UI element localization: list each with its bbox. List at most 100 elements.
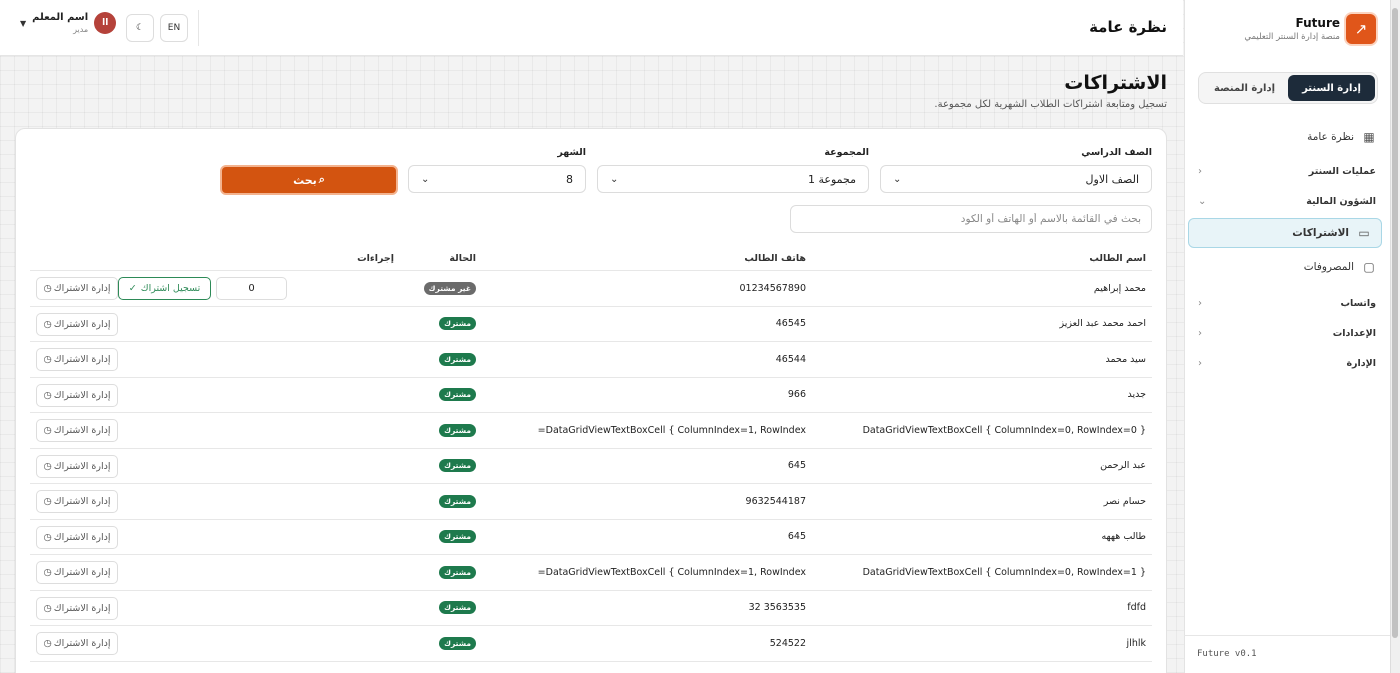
student-phone: 966 <box>787 389 806 401</box>
sidebar-item-label: المصروفات <box>1303 261 1354 273</box>
table-row: طالب هههه 645 مشترك إدارة الاشتراك ◷ <box>30 520 1152 555</box>
status-badge: مشترك <box>439 423 476 437</box>
manage-subscription-button[interactable]: إدارة الاشتراك ◷ <box>36 561 118 584</box>
manage-subscription-button[interactable]: إدارة الاشتراك ◷ <box>36 419 118 442</box>
search-icon: ⌕ <box>318 173 325 186</box>
student-name: fdfd <box>1127 602 1146 614</box>
brand-subtitle: منصة إدارة السنتر التعليمي <box>1244 32 1340 42</box>
manage-subscription-button[interactable]: إدارة الاشتراك ◷ <box>36 490 118 513</box>
table-row: جديد 966 مشترك إدارة الاشتراك ◷ <box>30 378 1152 413</box>
search-button[interactable]: ⌕ بحث <box>220 165 398 195</box>
table-row: سيد محمد 46544 مشترك إدارة الاشتراك ◷ <box>30 342 1152 378</box>
grade-value: الصف الاول <box>1085 172 1139 186</box>
credit-card-icon: ▭ <box>1358 226 1370 240</box>
search-button-label: بحث <box>293 173 317 187</box>
manage-subscription-button[interactable]: إدارة الاشتراك ◷ <box>36 525 118 549</box>
app-version: Future v0.1 <box>1197 649 1257 659</box>
month-value: 8 <box>566 172 573 186</box>
brand-name: Future <box>1295 16 1340 30</box>
clock-icon: ◷ <box>43 460 52 472</box>
student-name: jlhlk <box>1126 637 1146 649</box>
table-row: DataGridViewTextBoxCell { ColumnIndex=0,… <box>30 555 1152 591</box>
sidebar-item-whatsapp[interactable]: واتساب ‹ <box>1184 288 1390 318</box>
status-cell: مشترك <box>394 388 476 402</box>
manage-subscription-button[interactable]: إدارة الاشتراك ◷ <box>36 383 118 407</box>
language-toggle-button[interactable]: EN <box>160 14 188 42</box>
manage-subscription-label: إدارة الاشتراك <box>53 531 111 543</box>
manage-subscription-button[interactable]: إدارة الاشتراك ◷ <box>36 632 118 655</box>
status-cell: مشترك <box>394 459 476 473</box>
check-icon: ✓ <box>128 283 137 294</box>
status-cell: مشترك <box>394 317 476 331</box>
sidebar-item-admin[interactable]: الإدارة ‹ <box>1184 348 1390 378</box>
user-role: مدير <box>73 25 89 34</box>
grade-select[interactable]: الصف الاول ⌄ <box>880 165 1152 193</box>
status-cell: غير مشترك <box>394 281 476 295</box>
table-row: عبد الرحمن 645 مشترك إدارة الاشتراك ◷ <box>30 449 1152 484</box>
student-name: DataGridViewTextBoxCell { ColumnIndex=0,… <box>862 424 1146 436</box>
student-name: سيد محمد <box>1105 353 1146 365</box>
manage-subscription-label: إدارة الاشتراك <box>53 638 111 649</box>
sidebar-item-label: الاشتراكات <box>1292 227 1349 239</box>
status-badge: مشترك <box>439 565 476 579</box>
status-badge: مشترك <box>439 317 476 331</box>
student-phone: 3563535 32 <box>748 602 806 614</box>
clock-icon: ◷ <box>43 531 52 543</box>
tab-platform-admin[interactable]: إدارة المنصة <box>1201 75 1288 101</box>
register-subscription-button[interactable]: تسجيل اشتراك ✓ <box>118 277 211 300</box>
sidebar-item-settings[interactable]: الإعدادات ‹ <box>1184 318 1390 348</box>
actions-cell: إدارة الاشتراك ◷ <box>30 342 394 377</box>
status-badge: غير مشترك <box>423 281 476 295</box>
user-menu[interactable]: اا اسم المعلم مدير ▼ <box>20 12 117 34</box>
student-phone: DataGridViewTextBoxCell { ColumnIndex=1,… <box>537 566 806 578</box>
manage-subscription-button[interactable]: إدارة الاشتراك ◷ <box>36 454 118 478</box>
tab-center-admin[interactable]: إدارة السنتر <box>1288 75 1375 101</box>
student-phone: 645 <box>787 531 806 543</box>
status-badge: مشترك <box>439 601 476 615</box>
group-select[interactable]: مجموعة 1 ⌄ <box>597 165 869 193</box>
actions-cell: إدارة الاشتراك ◷ <box>30 520 394 555</box>
theme-toggle-button[interactable]: ☾ <box>126 14 154 42</box>
sidebar-item-label: الشؤون المالية <box>1306 195 1376 207</box>
scrollbar-thumb[interactable] <box>1392 8 1398 638</box>
clock-icon: ◷ <box>43 283 52 294</box>
sidebar-item-subscriptions[interactable]: ▭ الاشتراكات <box>1188 218 1382 248</box>
register-subscription-label: تسجيل اشتراك <box>140 283 201 294</box>
amount-input[interactable]: 0 <box>216 277 287 300</box>
top-bar: نظرة عامة EN ☾ اا اسم المعلم مدير ▼ <box>0 0 1183 56</box>
month-select[interactable]: 8 ⌄ <box>408 165 586 193</box>
chevron-left-icon: ‹ <box>1198 297 1202 309</box>
status-badge: مشترك <box>439 388 476 402</box>
subscriptions-card: الصف الدراسي الصف الاول ⌄ المجموعة مجموع… <box>15 128 1167 673</box>
manage-subscription-button[interactable]: إدارة الاشتراك ◷ <box>36 277 118 300</box>
student-name: طالب هههه <box>1101 531 1146 543</box>
manage-subscription-button[interactable]: إدارة الاشتراك ◷ <box>36 596 118 620</box>
actions-cell: إدارة الاشتراك ◷ <box>30 591 394 626</box>
status-cell: مشترك <box>394 636 476 650</box>
avatar: اا <box>94 12 117 34</box>
header-actions: إجراءات <box>357 253 394 264</box>
dashboard-icon: ▦ <box>1363 130 1375 144</box>
status-cell: مشترك <box>394 601 476 615</box>
student-phone: 524522 <box>769 637 806 649</box>
actions-cell: إدارة الاشتراك ◷ <box>30 413 394 448</box>
group-value: مجموعة 1 <box>808 172 856 186</box>
brand[interactable]: ↗ Future منصة إدارة السنتر التعليمي <box>1244 14 1376 44</box>
subscriptions-table: اسم الطالب هاتف الطالب الحالة إجراءات مح… <box>30 247 1152 662</box>
table-search-input[interactable] <box>790 205 1152 233</box>
sidebar-item-overview[interactable]: ▦ نظرة عامة <box>1184 122 1390 152</box>
sidebar-item-label: نظرة عامة <box>1307 131 1354 143</box>
page-scrollbar[interactable] <box>1390 0 1400 673</box>
student-phone: 9632544187 <box>745 495 806 507</box>
sidebar: ↗ Future منصة إدارة السنتر التعليمي إدار… <box>1184 0 1390 673</box>
page-title: الاشتراكات <box>1064 72 1167 94</box>
sidebar-item-expenses[interactable]: ▢ المصروفات <box>1184 252 1390 282</box>
actions-cell: إدارة الاشتراك ◷ <box>30 555 394 590</box>
sidebar-item-center-ops[interactable]: عمليات السنتر ‹ <box>1184 156 1390 186</box>
sidebar-item-finance[interactable]: الشؤون المالية ⌄ <box>1184 186 1390 216</box>
manage-subscription-button[interactable]: إدارة الاشتراك ◷ <box>36 348 118 371</box>
chevron-left-icon: ‹ <box>1198 357 1202 369</box>
header-student-name: اسم الطالب <box>1089 253 1146 264</box>
manage-subscription-button[interactable]: إدارة الاشتراك ◷ <box>36 312 118 336</box>
manage-subscription-label: إدارة الاشتراك <box>53 425 111 436</box>
